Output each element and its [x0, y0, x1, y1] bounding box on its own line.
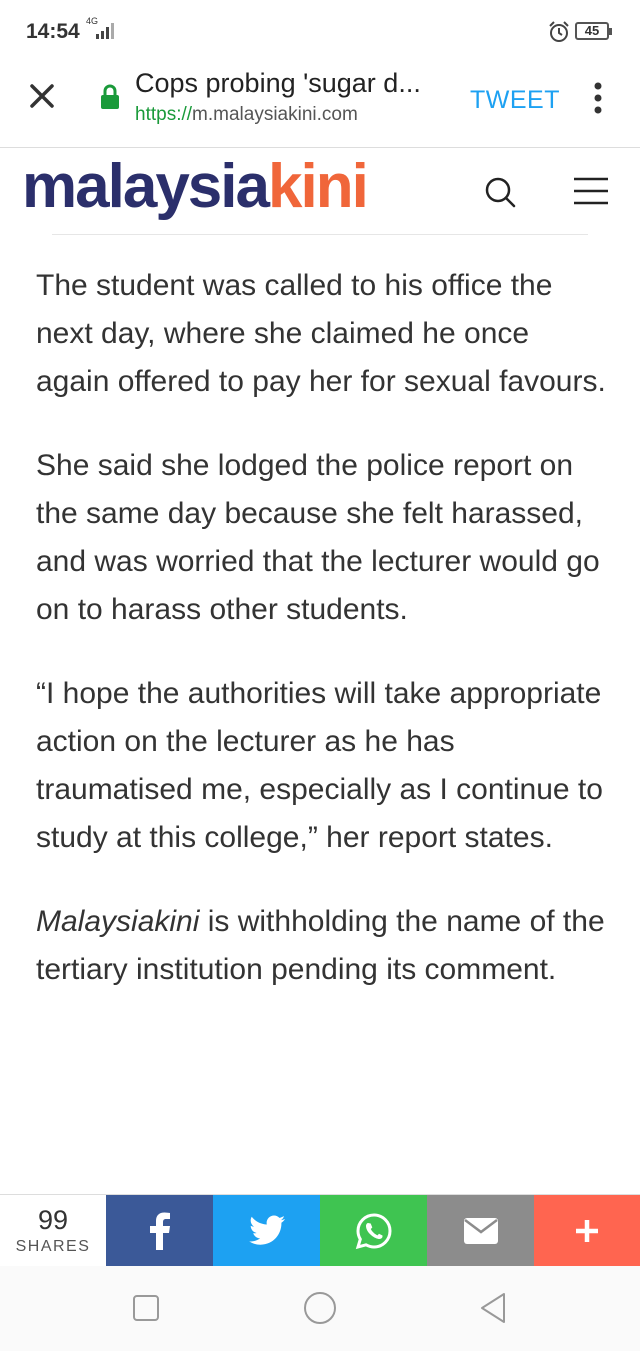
share-count-number: 99	[37, 1205, 69, 1235]
tweet-button[interactable]: TWEET	[470, 86, 560, 115]
twitter-share-button[interactable]	[213, 1195, 320, 1267]
email-icon	[463, 1218, 498, 1244]
article-paragraph: The student was called to his office the…	[36, 269, 606, 398]
url-scheme: https://	[135, 104, 193, 125]
url-host: m.malaysiakini.com	[192, 104, 358, 125]
status-bar: 14:54 4G 45	[0, 0, 640, 62]
twitter-icon	[248, 1215, 285, 1245]
home-circle-icon[interactable]	[302, 1290, 338, 1326]
system-navigation-bar	[0, 1266, 640, 1351]
browser-toolbar: Cops probing 'sugar d... https://m.malay…	[0, 62, 640, 148]
email-share-button[interactable]	[427, 1195, 534, 1267]
signal-icon	[96, 23, 114, 39]
plus-icon	[576, 1220, 598, 1242]
back-triangle-icon[interactable]	[476, 1290, 512, 1326]
article-body: The student was called to his office the…	[36, 262, 606, 1030]
article-paragraph: Malaysiakini is withholding the name of …	[36, 898, 606, 994]
close-icon[interactable]	[24, 78, 60, 114]
article-paragraph: She said she lodged the police report on…	[36, 449, 600, 626]
lock-icon	[101, 84, 119, 109]
page-title[interactable]: Cops probing 'sugar d...	[135, 68, 421, 99]
whatsapp-icon	[355, 1213, 392, 1250]
search-icon[interactable]	[482, 174, 518, 210]
battery-icon: 45	[575, 22, 612, 40]
logo-part-b: kini	[268, 152, 369, 221]
share-count-label: SHARES	[15, 1238, 91, 1255]
hamburger-menu-icon[interactable]	[572, 176, 610, 206]
facebook-share-button[interactable]	[106, 1195, 213, 1267]
share-bar: 99 SHARES	[0, 1194, 640, 1267]
site-logo[interactable]: malaysiakini	[22, 152, 369, 222]
logo-part-a: malaysia	[22, 152, 270, 221]
alarm-icon	[549, 21, 569, 42]
more-vert-icon[interactable]	[586, 78, 610, 118]
whatsapp-share-button[interactable]	[320, 1195, 427, 1267]
site-header: malaysiakini	[0, 148, 640, 238]
header-divider	[52, 234, 588, 235]
more-share-button[interactable]	[534, 1195, 640, 1267]
facebook-icon	[149, 1212, 170, 1250]
page-url[interactable]: https://m.malaysiakini.com	[135, 104, 358, 126]
status-time: 14:54	[26, 20, 80, 43]
recents-square-icon[interactable]	[128, 1290, 164, 1326]
share-count: 99 SHARES	[0, 1195, 106, 1267]
publication-name: Malaysiakini	[36, 905, 200, 938]
article-paragraph: “I hope the authorities will take approp…	[36, 677, 603, 854]
